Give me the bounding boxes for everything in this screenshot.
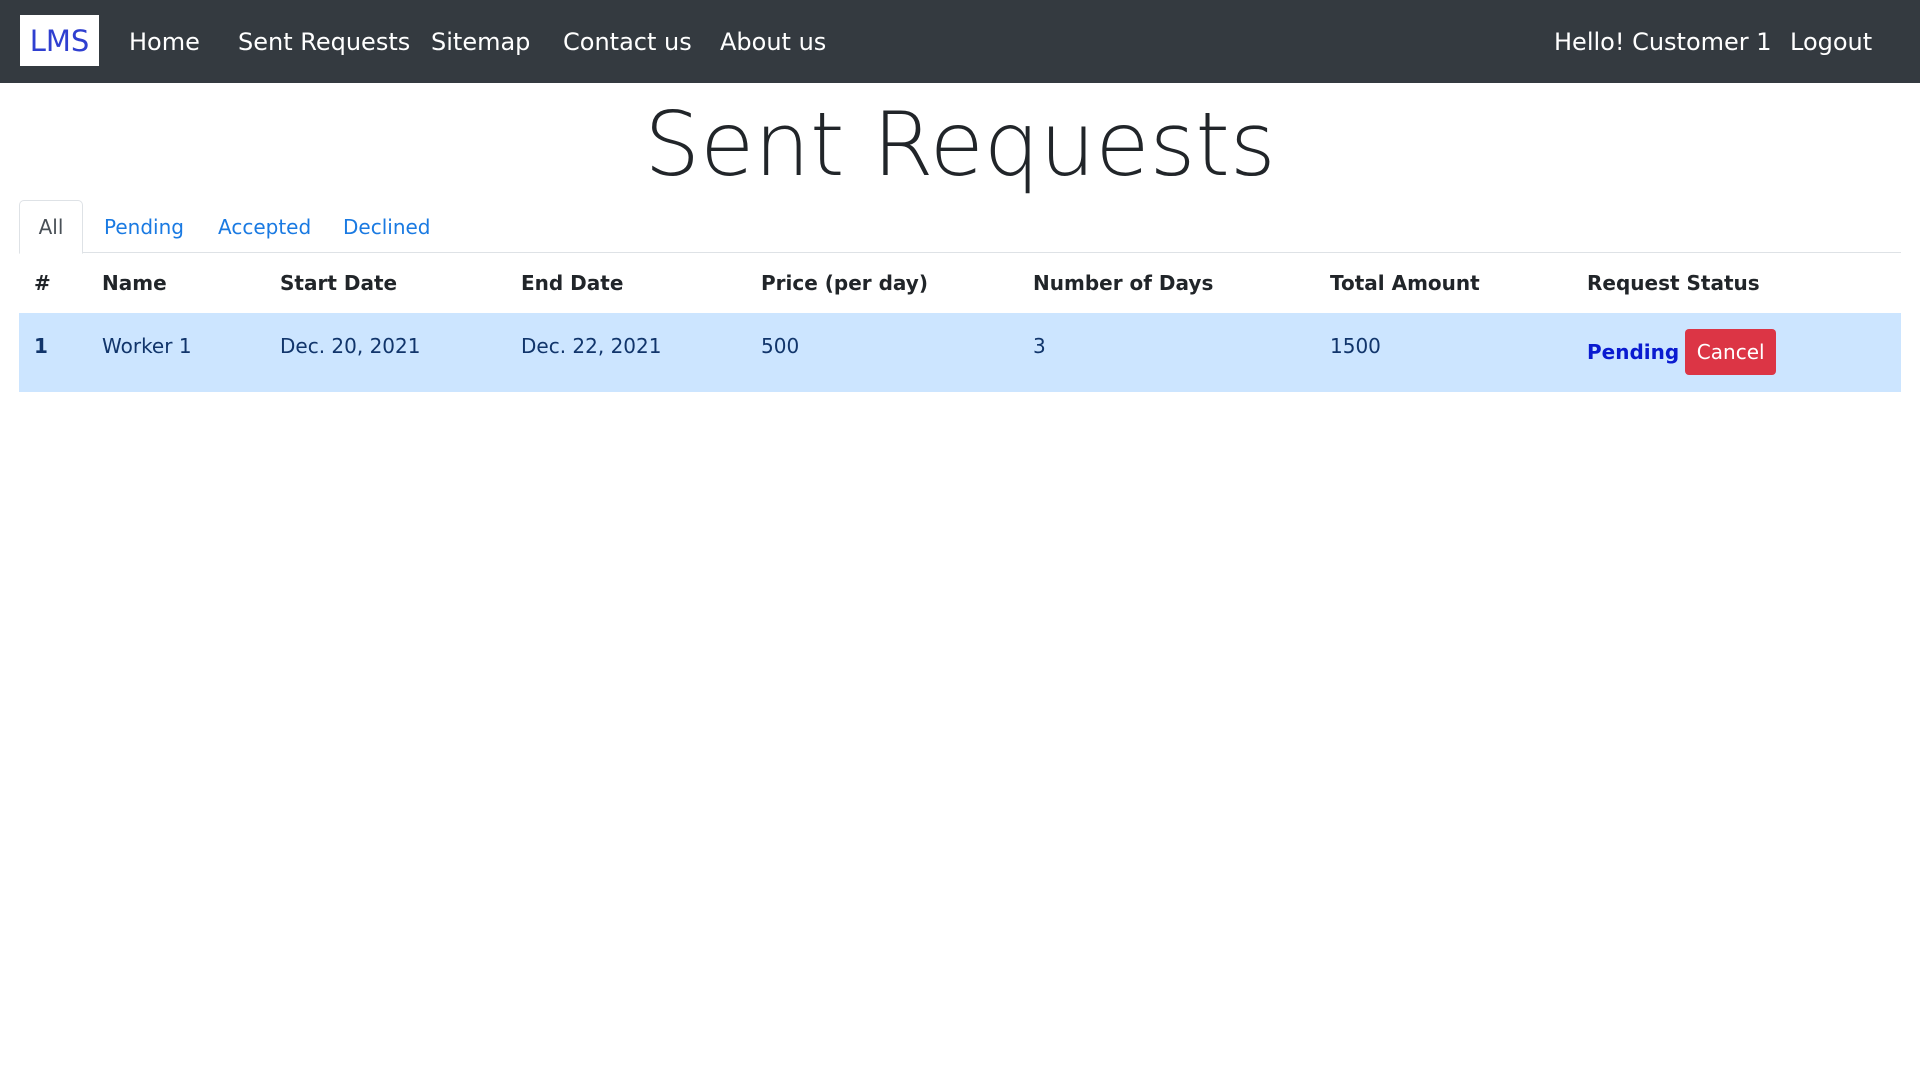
table-row: 1 Worker 1 Dec. 20, 2021 Dec. 22, 2021 5… bbox=[19, 313, 1901, 392]
row-index: 1 bbox=[34, 334, 48, 358]
tab-accepted[interactable]: Accepted bbox=[218, 200, 311, 253]
nav-link-contact-us[interactable]: Contact us bbox=[563, 0, 692, 83]
page-title: Sent Requests bbox=[644, 93, 1276, 196]
nav-link-sent-requests[interactable]: Sent Requests bbox=[238, 0, 410, 83]
row-total-amount: 1500 bbox=[1330, 334, 1381, 358]
nav-link-sitemap[interactable]: Sitemap bbox=[431, 0, 530, 83]
row-end-date: Dec. 22, 2021 bbox=[521, 334, 662, 358]
header-name: Name bbox=[102, 271, 167, 295]
greeting-link[interactable]: Hello! Customer 1 bbox=[1554, 0, 1772, 83]
header-price: Price (per day) bbox=[761, 271, 928, 295]
nav-link-home[interactable]: Home bbox=[129, 0, 200, 83]
header-start-date: Start Date bbox=[280, 271, 398, 295]
row-number-of-days: 3 bbox=[1033, 334, 1046, 358]
header-index: # bbox=[34, 271, 51, 295]
tab-declined[interactable]: Declined bbox=[343, 200, 431, 253]
table-header-row: # Name Start Date End Date Price (per da… bbox=[19, 253, 1901, 313]
row-price: 500 bbox=[761, 334, 800, 358]
nav-link-about-us[interactable]: About us bbox=[720, 0, 826, 83]
requests-table: # Name Start Date End Date Price (per da… bbox=[19, 253, 1901, 392]
cancel-request-button[interactable]: Cancel bbox=[1685, 329, 1777, 375]
brand-logo[interactable]: LMS bbox=[20, 15, 99, 66]
header-number-of-days: Number of Days bbox=[1033, 271, 1214, 295]
logout-link[interactable]: Logout bbox=[1790, 0, 1872, 83]
top-navbar: LMS Home Sent Requests Sitemap Contact u… bbox=[0, 0, 1920, 83]
status-tabs: All Pending Accepted Declined bbox=[19, 200, 1901, 254]
row-request-status: Pending Cancel bbox=[1587, 313, 1777, 392]
status-badge: Pending bbox=[1587, 340, 1680, 364]
header-end-date: End Date bbox=[521, 271, 624, 295]
header-request-status: Request Status bbox=[1587, 271, 1760, 295]
tab-pending[interactable]: Pending bbox=[104, 200, 184, 253]
tab-all[interactable]: All bbox=[19, 200, 83, 254]
header-total-amount: Total Amount bbox=[1330, 271, 1480, 295]
row-start-date: Dec. 20, 2021 bbox=[280, 334, 421, 358]
row-name: Worker 1 bbox=[102, 334, 192, 358]
